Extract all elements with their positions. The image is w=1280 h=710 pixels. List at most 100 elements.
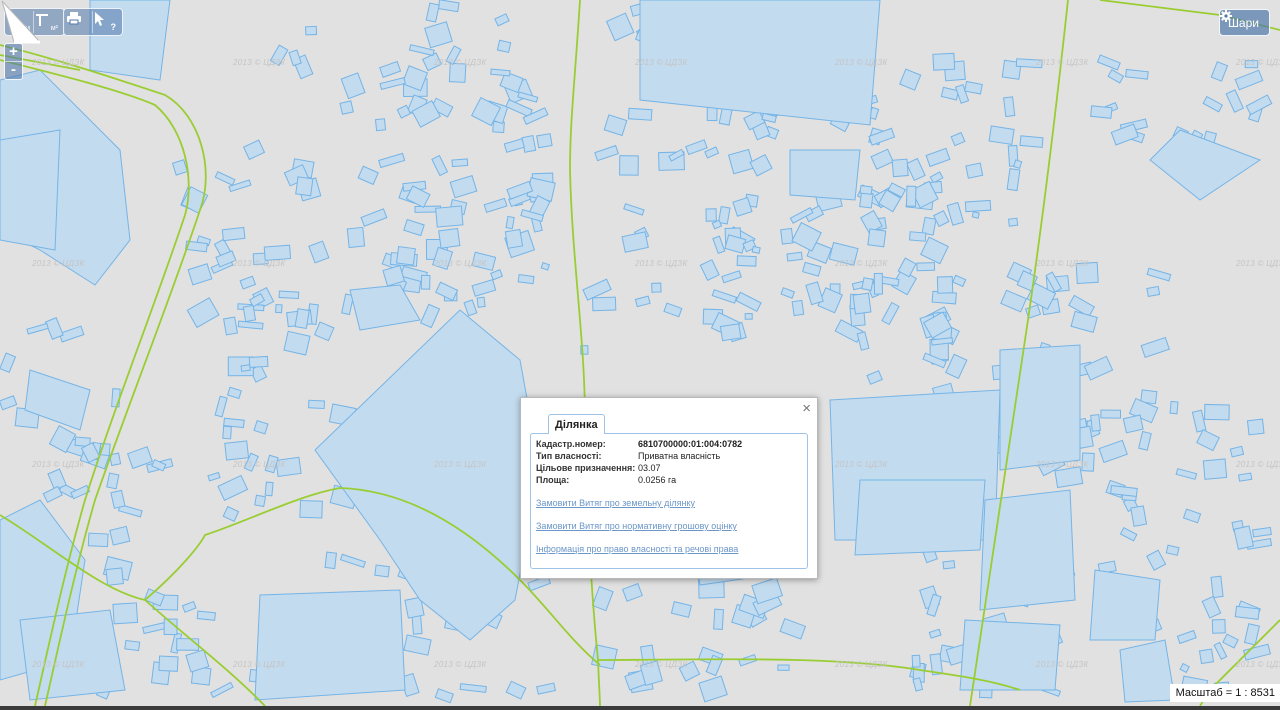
parcel[interactable] [111,388,121,408]
parcel[interactable] [1138,430,1152,451]
parcel[interactable] [176,638,200,651]
parcel[interactable] [704,146,720,159]
parcel[interactable] [698,675,728,703]
parcel[interactable] [459,683,487,693]
parcel[interactable] [1083,355,1114,381]
parcel[interactable] [712,235,726,255]
parcel[interactable] [0,352,17,374]
parcel[interactable] [905,185,917,207]
parcel[interactable] [950,131,966,147]
parcel[interactable] [619,155,639,176]
parcel[interactable] [496,39,512,54]
parcel[interactable] [751,245,761,254]
parcel[interactable] [26,322,49,335]
parcel[interactable] [591,585,614,612]
parcel[interactable] [861,277,874,292]
parcel[interactable] [313,321,335,342]
parcel[interactable] [490,269,504,281]
parcel[interactable] [299,500,323,519]
parcel[interactable] [360,208,388,227]
parcel[interactable] [852,292,872,315]
parcel[interactable] [505,215,515,230]
parcel[interactable] [670,600,692,618]
parcel[interactable] [42,485,63,504]
parcel[interactable] [283,330,311,356]
parcel[interactable] [1119,527,1138,542]
parcel[interactable] [109,525,131,546]
parcel[interactable] [1140,336,1170,358]
parcel[interactable] [420,274,431,290]
order-valuation-link[interactable]: Замовити Витяг про нормативну грошову оц… [536,521,737,531]
parcel[interactable] [214,395,228,418]
parcel[interactable] [106,472,120,490]
parcel[interactable] [505,99,533,118]
parcel[interactable] [494,13,510,27]
print-button[interactable] [66,11,92,33]
parcel[interactable] [952,274,967,288]
parcel[interactable] [627,107,653,121]
parcel[interactable] [275,303,283,314]
parcel[interactable] [196,610,216,621]
parcel[interactable] [517,273,535,285]
parcel[interactable] [536,682,556,695]
parcel[interactable] [264,481,274,497]
parcel[interactable] [503,138,525,153]
parcel[interactable] [791,299,805,317]
parcel[interactable] [964,199,992,213]
parcel[interactable] [186,297,220,329]
parcel[interactable] [1213,641,1228,660]
parcel[interactable] [112,602,139,625]
parcel[interactable] [621,582,643,602]
parcel[interactable] [1096,54,1121,71]
parcel[interactable] [942,560,956,570]
parcel[interactable] [921,216,937,236]
identify-button[interactable]: ? [92,11,119,33]
parcel[interactable] [663,302,683,318]
parcel[interactable] [308,240,330,264]
parcel[interactable] [1233,525,1255,550]
order-extract-link[interactable]: Замовити Витяг про земельну ділянку [536,498,695,508]
parcel[interactable] [339,553,366,568]
parcel[interactable] [911,654,921,668]
parcel[interactable] [749,154,773,177]
parcel[interactable] [1100,409,1122,419]
parcel[interactable] [867,228,887,248]
parcel[interactable] [1000,289,1027,313]
parcel[interactable] [870,148,894,170]
parcel[interactable] [521,134,537,153]
parcel[interactable] [1012,159,1023,170]
parcel[interactable] [856,331,870,351]
parcel[interactable] [379,76,406,90]
parcel[interactable] [1003,96,1016,118]
parcel[interactable] [1125,68,1149,80]
parcel[interactable] [1146,267,1172,282]
parcel[interactable] [378,152,406,169]
parcel[interactable] [222,505,240,522]
zoom-in-button[interactable]: + [5,44,22,61]
parcel[interactable] [988,125,1015,146]
parcel[interactable] [805,281,824,306]
parcel[interactable] [295,176,314,197]
parcel[interactable] [964,80,983,95]
parcel[interactable] [866,370,883,385]
parcel[interactable] [171,159,188,176]
parcel[interactable] [711,289,738,304]
parcel[interactable] [1054,466,1084,489]
parcel[interactable] [411,614,423,635]
ownership-info-link[interactable]: Інформація про право власності та речові… [536,544,738,554]
parcel[interactable] [431,154,449,177]
parcel[interactable] [239,275,257,290]
parcel[interactable] [158,655,179,672]
parcel[interactable] [777,664,790,671]
parcel[interactable] [242,139,266,161]
parcel[interactable] [187,263,213,286]
parcel[interactable] [278,290,300,300]
parcel[interactable] [1225,89,1245,113]
parcel[interactable] [374,564,390,578]
parcel[interactable] [339,100,354,115]
parcel[interactable] [222,425,232,440]
parcel[interactable] [621,231,649,253]
parcel[interactable] [1007,217,1019,227]
parcel[interactable] [288,49,302,67]
parcel[interactable] [1229,445,1245,458]
